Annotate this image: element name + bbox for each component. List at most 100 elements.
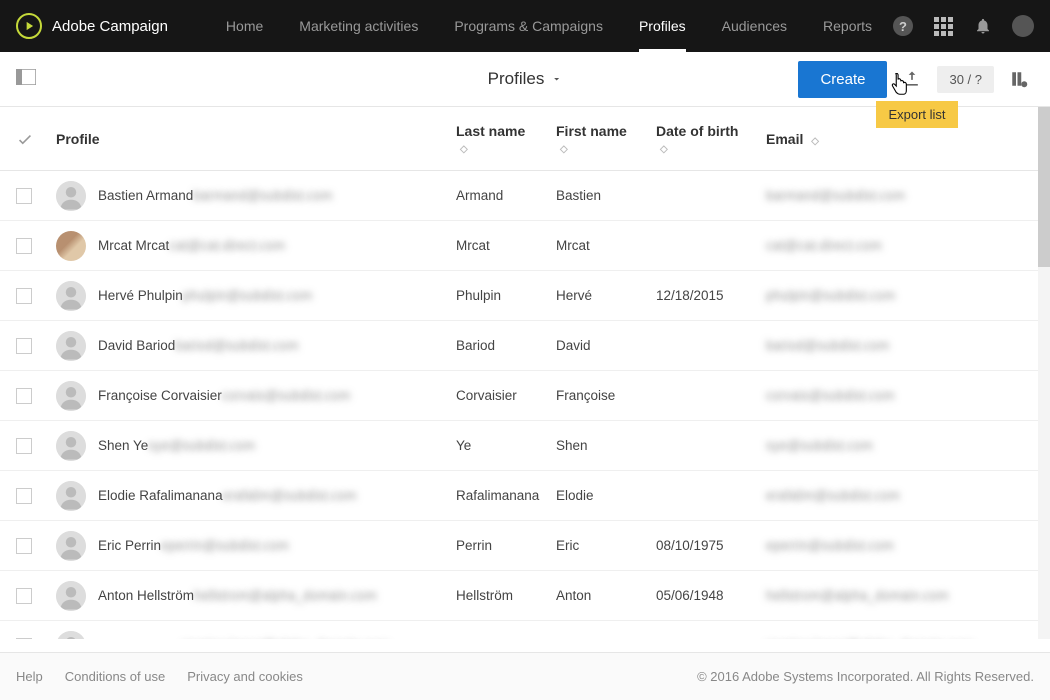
avatar-icon: [56, 481, 86, 511]
table-row[interactable]: Shen Ye sye@subdist.comYeShensye@subdist…: [0, 421, 1050, 471]
table-row[interactable]: Anton Hellström hellstrom@alpha_domain.c…: [0, 571, 1050, 621]
profile-cell: Bastien Armand barmand@subdist.com: [56, 181, 456, 211]
table-row[interactable]: Monica Lopez monica.lopez@alpha_domain.c…: [0, 621, 1050, 639]
profile-email-blurred: bariod@subdist.com: [175, 338, 298, 353]
cell-lastname: Phulpin: [456, 288, 556, 303]
cell-lastname: Lopez: [456, 638, 556, 639]
row-checkbox[interactable]: [16, 238, 32, 254]
col-header-dob[interactable]: Date of birth◇: [656, 123, 766, 155]
profile-email-blurred: sye@subdist.com: [148, 438, 255, 453]
profile-email-blurred: cat@cat.direct.com: [169, 238, 285, 253]
nav-programs[interactable]: Programs & Campaigns: [436, 0, 621, 52]
footer-conditions-link[interactable]: Conditions of use: [65, 669, 165, 684]
table-row[interactable]: Françoise Corvaisier corvais@subdist.com…: [0, 371, 1050, 421]
table-row[interactable]: David Bariod bariod@subdist.comBariodDav…: [0, 321, 1050, 371]
top-right-icons: ?: [892, 15, 1034, 37]
configure-columns-icon[interactable]: [1004, 64, 1034, 94]
profile-name: Bastien Armand: [98, 188, 193, 203]
profile-email-blurred: phulpin@subdist.com: [183, 288, 312, 303]
cell-dob: 05/06/1948: [656, 588, 766, 603]
col-header-profile[interactable]: Profile: [56, 131, 456, 147]
cell-email: corvais@subdist.com: [766, 388, 1034, 403]
app-name: Adobe Campaign: [52, 18, 168, 35]
profile-email-blurred: eperrin@subdist.com: [161, 538, 289, 553]
create-button[interactable]: Create: [798, 61, 887, 98]
user-avatar-icon[interactable]: [1012, 15, 1034, 37]
profile-email-blurred: monica.lopez@alpha_domain.com: [182, 638, 389, 639]
table-row[interactable]: Mrcat Mrcat cat@cat.direct.com MrcatMrcat…: [0, 221, 1050, 271]
nav-reports[interactable]: Reports: [805, 0, 890, 52]
chevron-down-icon: [550, 73, 562, 85]
apps-grid-icon[interactable]: [932, 15, 954, 37]
row-checkbox[interactable]: [16, 488, 32, 504]
cell-email: sye@subdist.com: [766, 438, 1034, 453]
nav-home[interactable]: Home: [208, 0, 281, 52]
sort-icon: ◇: [460, 144, 468, 155]
footer-help-link[interactable]: Help: [16, 669, 43, 684]
page-title: Profiles: [488, 69, 545, 89]
nav-audiences[interactable]: Audiences: [704, 0, 805, 52]
row-checkbox[interactable]: [16, 538, 32, 554]
avatar-icon: [56, 631, 86, 640]
nav-profiles[interactable]: Profiles: [621, 0, 704, 52]
cell-email: eperrin@subdist.com: [766, 538, 1034, 553]
avatar-icon: [56, 581, 86, 611]
footer-privacy-link[interactable]: Privacy and cookies: [187, 669, 303, 684]
page-footer: Help Conditions of use Privacy and cooki…: [0, 652, 1050, 700]
help-icon[interactable]: ?: [892, 15, 914, 37]
profile-cell: Shen Ye sye@subdist.com: [56, 431, 456, 461]
logo-icon: [16, 13, 42, 39]
vertical-scrollbar[interactable]: [1038, 107, 1050, 639]
row-checkbox[interactable]: [16, 188, 32, 204]
cell-email: phulpin@subdist.com: [766, 288, 1034, 303]
row-checkbox[interactable]: [16, 388, 32, 404]
col-header-lastname[interactable]: Last name◇: [456, 123, 556, 155]
avatar-icon: [56, 381, 86, 411]
cell-lastname: Ye: [456, 438, 556, 453]
export-tooltip: Export list: [876, 101, 957, 128]
cell-firstname: Elodie: [556, 488, 656, 503]
row-checkbox[interactable]: [16, 288, 32, 304]
row-checkbox[interactable]: [16, 638, 32, 640]
table-row[interactable]: Hervé Phulpin phulpin@subdist.comPhulpin…: [0, 271, 1050, 321]
bell-icon[interactable]: [972, 15, 994, 37]
profile-name: Elodie Rafalimanana: [98, 488, 223, 503]
profile-email-blurred: hellstrom@alpha_domain.com: [194, 588, 377, 603]
avatar-icon: [56, 181, 86, 211]
nav-marketing[interactable]: Marketing activities: [281, 0, 436, 52]
cell-firstname: Monica: [556, 638, 656, 639]
select-all-checkbox[interactable]: [16, 130, 56, 148]
cell-dob: 05/06/1948: [656, 638, 766, 639]
table-row[interactable]: Eric Perrin eperrin@subdist.comPerrinEri…: [0, 521, 1050, 571]
profile-name: David Bariod: [98, 338, 175, 353]
cell-lastname: Mrcat: [456, 238, 556, 253]
cell-lastname: Hellström: [456, 588, 556, 603]
profile-email-blurred: corvais@subdist.com: [222, 388, 351, 403]
row-checkbox[interactable]: [16, 588, 32, 604]
profile-name: Monica Lopez: [98, 638, 182, 639]
cell-email: barmand@subdist.com: [766, 188, 1034, 203]
row-checkbox[interactable]: [16, 338, 32, 354]
profile-cell: Elodie Rafalimanana erafalim@subdist.com: [56, 481, 456, 511]
profile-name: Shen Ye: [98, 438, 148, 453]
primary-nav: Home Marketing activities Programs & Cam…: [208, 0, 890, 52]
cell-lastname: Bariod: [456, 338, 556, 353]
row-checkbox[interactable]: [16, 438, 32, 454]
col-header-email[interactable]: Email ◇: [766, 131, 1034, 147]
profile-name: Françoise Corvaisier: [98, 388, 222, 403]
cell-firstname: Mrcat: [556, 238, 656, 253]
page-toolbar: Profiles Create 30 / ? Export list: [0, 52, 1050, 107]
col-header-firstname[interactable]: First name◇: [556, 123, 656, 155]
avatar-icon: [56, 531, 86, 561]
profile-name: Mrcat Mrcat: [98, 238, 169, 253]
profile-cell: Françoise Corvaisier corvais@subdist.com: [56, 381, 456, 411]
profile-cell: Anton Hellström hellstrom@alpha_domain.c…: [56, 581, 456, 611]
cell-lastname: Corvaisier: [456, 388, 556, 403]
table-row[interactable]: Bastien Armand barmand@subdist.comArmand…: [0, 171, 1050, 221]
cell-firstname: Hervé: [556, 288, 656, 303]
table-row[interactable]: Elodie Rafalimanana erafalim@subdist.com…: [0, 471, 1050, 521]
panel-toggle-icon[interactable]: [16, 69, 36, 90]
export-list-button[interactable]: [897, 64, 927, 94]
page-title-dropdown[interactable]: Profiles: [488, 69, 563, 89]
app-logo[interactable]: Adobe Campaign: [16, 13, 168, 39]
